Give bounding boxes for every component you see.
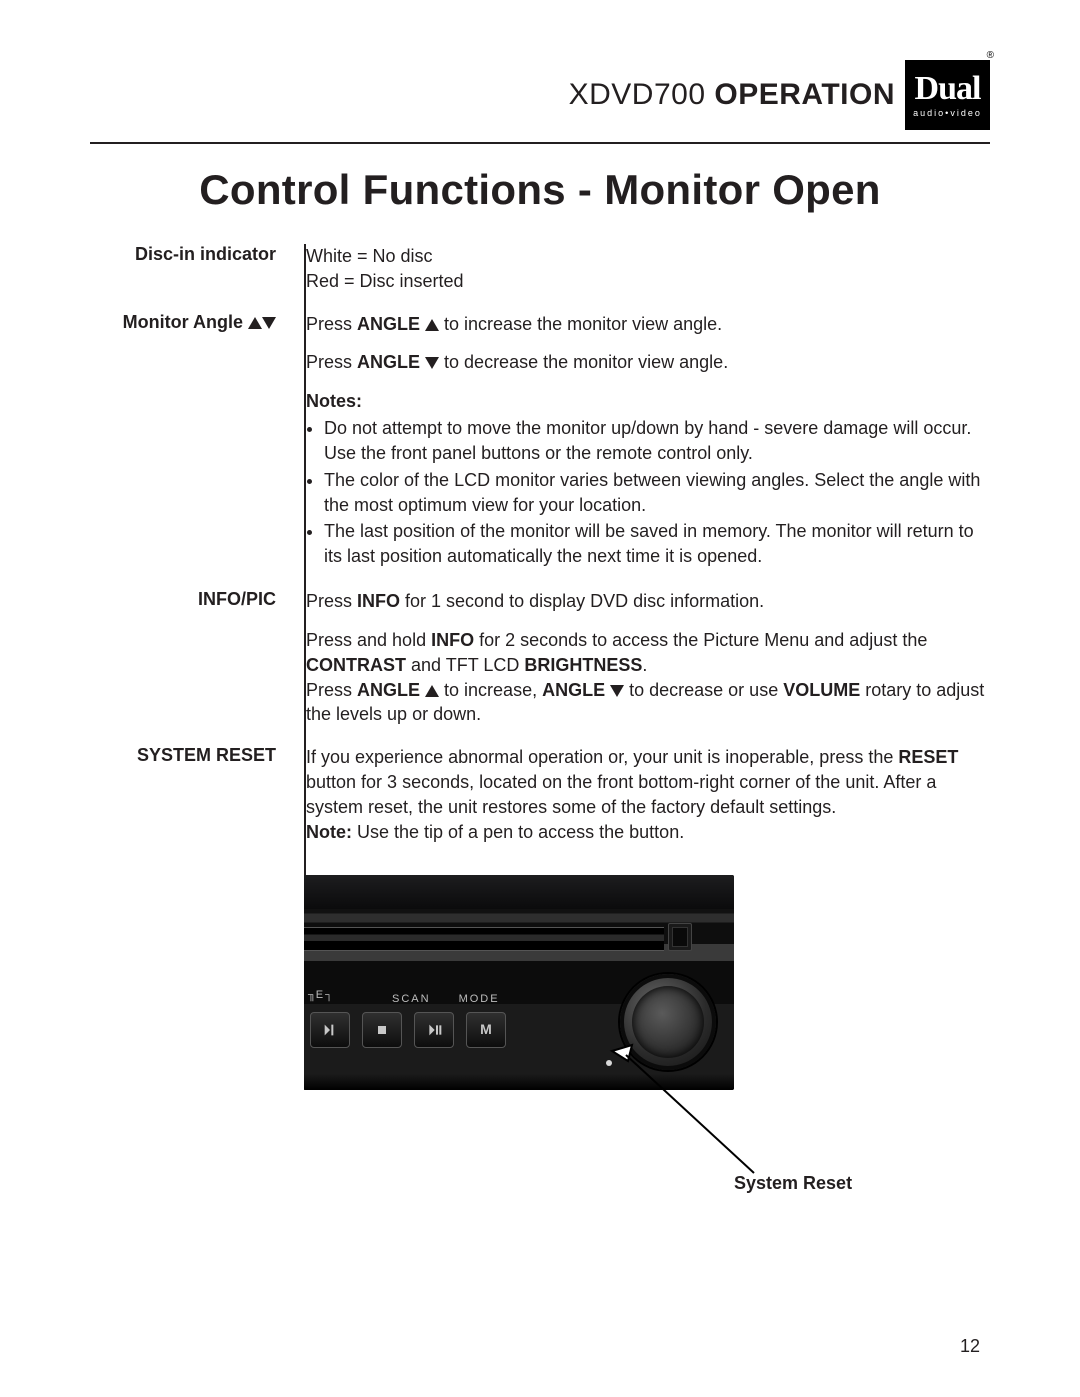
row-info-pic: INFO/PIC Press INFO for 1 second to disp… (90, 589, 990, 727)
row-monitor-angle: Monitor Angle Press ANGLE to increase th… (90, 312, 990, 571)
disc-line1: White = No disc (306, 244, 990, 269)
info-line2: Press and hold INFO for 2 seconds to acc… (306, 628, 990, 678)
system-reset-callout: System Reset (734, 1171, 852, 1196)
label-system-reset: SYSTEM RESET (90, 745, 290, 1089)
page-number: 12 (960, 1336, 980, 1357)
disc-slot (304, 927, 664, 951)
body-monitor-angle: Press ANGLE to increase the monitor view… (290, 312, 990, 571)
stop-button (362, 1012, 402, 1048)
logo-text-top: Dual (915, 72, 981, 106)
triangle-up-icon (425, 319, 439, 331)
header-rule (90, 142, 990, 144)
angle-increase: Press ANGLE to increase the monitor view… (306, 312, 990, 337)
triangle-up-icon (425, 685, 439, 697)
body-system-reset: If you experience abnormal operation or,… (290, 745, 990, 1089)
body-disc-indicator: White = No disc Red = Disc inserted (290, 244, 990, 294)
notes-heading: Notes: (306, 389, 990, 414)
mode-button: M (466, 1012, 506, 1048)
reset-line2: Note: Use the tip of a pen to access the… (306, 820, 990, 845)
page: XDVD700 OPERATION ® Dual audio•video Con… (0, 0, 1080, 1397)
button-labels-row: SCAN MODE (392, 992, 500, 1007)
label-disc-indicator: Disc-in indicator (90, 244, 290, 294)
mode-label: MODE (459, 992, 500, 1007)
model-number: XDVD700 (569, 78, 706, 111)
brand-logo: ® Dual audio•video (905, 60, 990, 130)
scan-label: SCAN (392, 992, 431, 1007)
header-title: XDVD700 OPERATION (569, 78, 895, 112)
triangle-up-icon (248, 317, 262, 329)
triangle-down-icon (262, 317, 276, 329)
label-info-pic: INFO/PIC (90, 589, 290, 727)
note-item: The last position of the monitor will be… (324, 519, 990, 569)
notes-list: Do not attempt to move the monitor up/do… (306, 416, 990, 569)
next-track-button (310, 1012, 350, 1048)
label-monitor-angle: Monitor Angle (90, 312, 290, 571)
reset-line1: If you experience abnormal operation or,… (306, 745, 990, 819)
button-row: M (304, 1012, 506, 1048)
content-area: Disc-in indicator White = No disc Red = … (90, 244, 990, 1090)
page-header: XDVD700 OPERATION ® Dual audio•video (90, 60, 990, 130)
disc-line2: Red = Disc inserted (306, 269, 990, 294)
reset-pinhole (606, 1060, 612, 1066)
info-line1: Press INFO for 1 second to display DVD d… (306, 589, 990, 614)
angle-decrease: Press ANGLE to decrease the monitor view… (306, 350, 990, 375)
tune-label: ╖E┐ (308, 988, 333, 1003)
triangle-down-icon (425, 357, 439, 369)
operation-word: OPERATION (714, 78, 895, 111)
triangle-down-icon (610, 685, 624, 697)
push-button-icon (668, 923, 692, 951)
row-disc-indicator: Disc-in indicator White = No disc Red = … (90, 244, 990, 294)
play-pause-button (414, 1012, 454, 1048)
body-info-pic: Press INFO for 1 second to display DVD d… (290, 589, 990, 727)
note-item: Do not attempt to move the monitor up/do… (324, 416, 990, 466)
info-line3: Press ANGLE to increase, ANGLE to decrea… (306, 678, 990, 728)
device-illustration: ╖E┐ SCAN MODE (304, 875, 990, 1090)
device-face: ╖E┐ SCAN MODE (304, 875, 734, 1090)
logo-text-bottom: audio•video (913, 108, 982, 118)
registered-mark: ® (987, 50, 994, 61)
row-system-reset: SYSTEM RESET If you experience abnormal … (90, 745, 990, 1089)
note-item: The color of the LCD monitor varies betw… (324, 468, 990, 518)
volume-knob (620, 974, 716, 1070)
page-title: Control Functions - Monitor Open (90, 166, 990, 214)
